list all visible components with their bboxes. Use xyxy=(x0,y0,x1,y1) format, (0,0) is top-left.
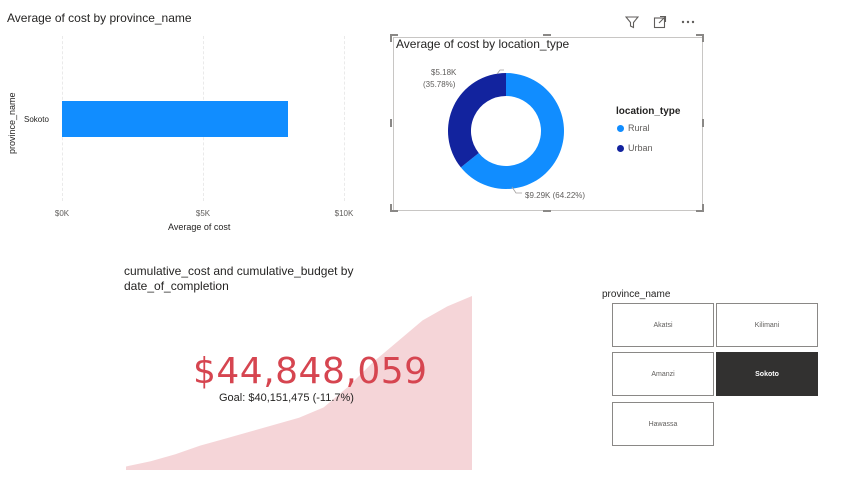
slicer-title: province_name xyxy=(602,289,671,300)
kpi-value: $44,848,059 xyxy=(193,351,428,392)
focus-mode-icon[interactable] xyxy=(652,14,668,30)
resize-handle[interactable] xyxy=(543,34,551,36)
resize-handle[interactable] xyxy=(390,204,392,212)
donut-legend-title: location_type xyxy=(616,106,681,117)
resize-handle[interactable] xyxy=(702,34,704,42)
donut-chart xyxy=(448,69,564,194)
donut-label-rural: $9.29K (64.22%) xyxy=(525,191,586,200)
kpi-goal: Goal: $40,151,475 (-11.7%) xyxy=(219,392,354,404)
donut-slice-urban[interactable] xyxy=(448,73,506,168)
gridline xyxy=(344,36,345,201)
donut-label-urban-pct: (35.78%) xyxy=(423,80,456,89)
slicer-tile-akatsi[interactable]: Akatsi xyxy=(612,303,714,347)
resize-handle[interactable] xyxy=(702,119,704,127)
bar-x-tick-label: $0K xyxy=(54,209,70,218)
slicer-tile-sokoto[interactable]: Sokoto xyxy=(716,352,818,396)
bar-sokoto[interactable] xyxy=(62,101,288,137)
resize-handle[interactable] xyxy=(390,119,392,127)
resize-handle[interactable] xyxy=(390,34,392,42)
filter-icon[interactable] xyxy=(624,14,640,30)
bar-chart[interactable]: province_name Sokoto $0K $5K $10K Average … xyxy=(0,30,380,240)
donut-label-urban-value: $5.18K xyxy=(431,68,457,77)
legend-label-urban: Urban xyxy=(628,143,653,153)
legend-dot-urban xyxy=(617,145,624,153)
legend-label-rural: Rural xyxy=(628,123,650,133)
bar-category-label: Sokoto xyxy=(24,115,49,124)
bar-x-tick-label: $10K xyxy=(334,209,354,218)
resize-handle[interactable] xyxy=(702,204,704,212)
more-options-icon[interactable] xyxy=(680,14,696,30)
legend-item-urban[interactable]: Urban xyxy=(617,143,653,153)
slicer-tile-hawassa[interactable]: Hawassa xyxy=(612,402,714,446)
bar-y-axis-title: province_name xyxy=(7,92,17,154)
kpi-title-line2: date_of_completion xyxy=(124,279,229,293)
kpi-title-line1: cumulative_cost and cumulative_budget by xyxy=(124,264,354,278)
bar-x-axis-title: Average of cost xyxy=(168,222,231,232)
legend-dot-rural xyxy=(617,125,624,133)
resize-handle[interactable] xyxy=(543,210,551,212)
legend-item-rural[interactable]: Rural xyxy=(617,123,650,133)
bar-x-tick-label: $5K xyxy=(195,209,211,218)
bar-chart-title: Average of cost by province_name xyxy=(7,11,192,25)
slicer-tile-kilimani[interactable]: Kilimani xyxy=(716,303,818,347)
slicer-tile-amanzi[interactable]: Amanzi xyxy=(612,352,714,396)
donut-chart-title: Average of cost by location_type xyxy=(396,37,570,51)
